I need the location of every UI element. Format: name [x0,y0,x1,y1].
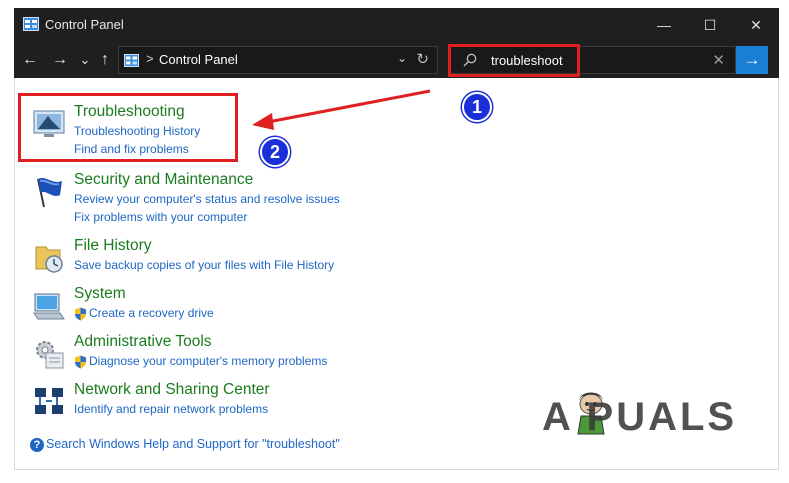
title-bar: Control Panel — ☐ ✕ [14,8,779,42]
minimize-button[interactable]: — [641,8,687,42]
address-dropdown-icon[interactable]: ⌄ [397,51,407,65]
up-button[interactable]: ↑ [96,50,114,70]
system-heading[interactable]: System [74,285,126,303]
breadcrumb-control-panel[interactable]: Control Panel [159,52,238,67]
save-backup-copies-link[interactable]: Save backup copies of your files with Fi… [74,258,334,272]
close-button[interactable]: ✕ [733,8,779,42]
troubleshooting-highlight-box [18,93,238,162]
system-icon [33,293,65,320]
control-panel-app-icon [23,17,39,31]
administrative-tools-icon [36,341,64,369]
refresh-button[interactable]: ↻ [416,50,429,68]
network-icon [35,388,63,414]
result-administrative-tools: Administrative Tools Diagnose your compu… [15,333,515,382]
window-title: Control Panel [45,17,124,32]
identify-and-repair-link[interactable]: Identify and repair network problems [74,402,268,416]
recent-locations-button[interactable]: ⌄ [76,50,94,70]
result-network-and-sharing-center: Network and Sharing Center Identify and … [15,381,515,430]
step-badge-1: 1 [462,92,492,122]
step-badge-2: 2 [260,137,290,167]
search-go-button[interactable]: → [736,46,768,74]
file-history-heading[interactable]: File History [74,237,152,255]
network-and-sharing-center-heading[interactable]: Network and Sharing Center [74,381,270,399]
security-and-maintenance-heading[interactable]: Security and Maintenance [74,171,253,189]
appuals-watermark: A PUALS [542,395,738,439]
maximize-button[interactable]: ☐ [687,8,733,42]
breadcrumb-separator[interactable]: > [146,51,154,66]
administrative-tools-heading[interactable]: Administrative Tools [74,333,212,351]
file-history-icon [35,246,63,273]
result-security-and-maintenance: Security and Maintenance Review your com… [15,171,515,224]
result-file-history: File History Save backup copies of your … [15,237,515,286]
fix-problems-link[interactable]: Fix problems with your computer [74,210,247,224]
uac-shield-icon [75,355,86,369]
help-icon: ? [30,438,44,452]
help-search-text[interactable]: Search Windows Help and Support for "tro… [46,437,340,451]
uac-shield-icon [75,307,86,321]
back-button[interactable]: ← [21,50,39,70]
create-recovery-drive-link[interactable]: Create a recovery drive [89,306,214,320]
result-system: System Create a recovery drive [15,285,515,334]
review-status-link[interactable]: Review your computer's status and resolv… [74,192,340,206]
clear-search-button[interactable]: ✕ [712,51,725,69]
forward-button[interactable]: → [51,50,69,70]
search-highlight-box [448,44,580,77]
address-bar[interactable]: > Control Panel ⌄ ↻ [118,46,438,74]
navigation-bar: ← → ⌄ ↑ > Control Panel ⌄ ↻ ✕ → [14,42,779,78]
control-panel-icon [124,54,139,67]
security-flag-icon [37,178,62,208]
control-panel-window: Control Panel — ☐ ✕ ← → ⌄ ↑ > Control Pa… [0,0,789,483]
diagnose-memory-link[interactable]: Diagnose your computer's memory problems [89,354,327,368]
